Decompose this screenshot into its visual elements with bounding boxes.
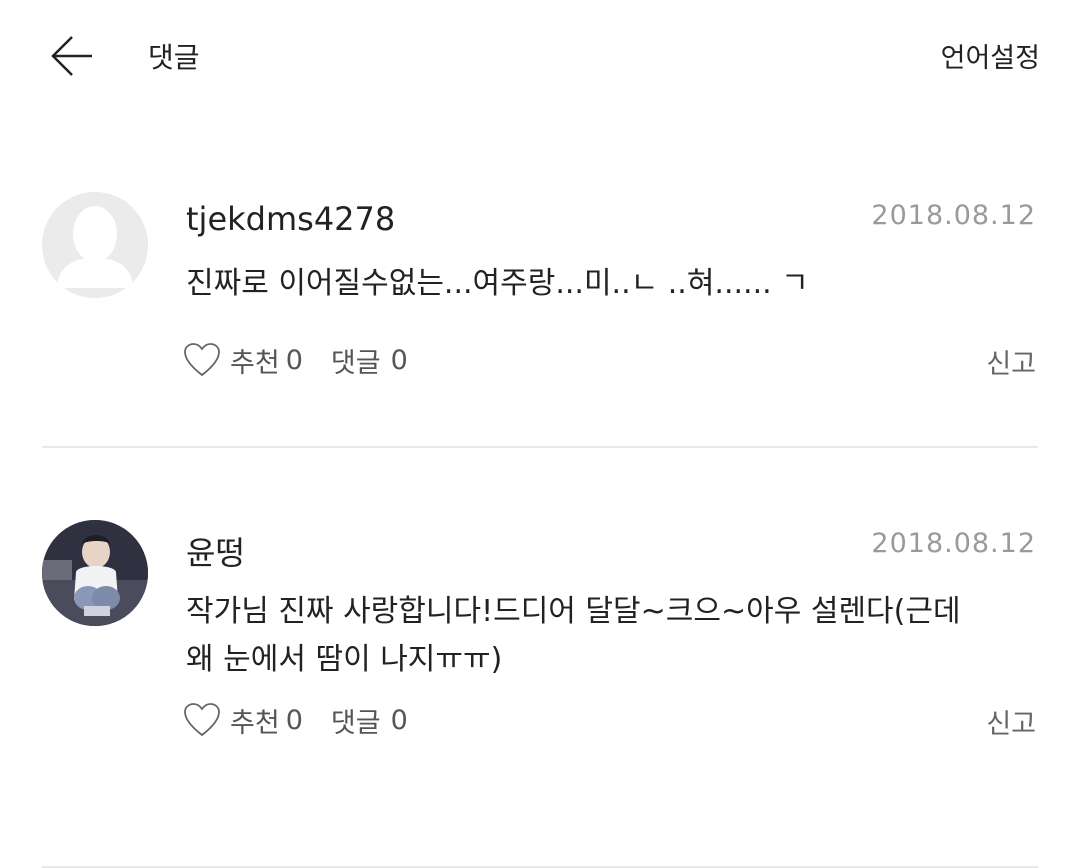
language-settings-button[interactable]: 언어설정 xyxy=(941,36,1040,75)
back-button[interactable] xyxy=(42,28,102,84)
comment-actions: 추천 0 댓글 0 xyxy=(182,700,408,740)
page-title: 댓글 xyxy=(148,41,200,74)
avatar[interactable] xyxy=(42,520,148,626)
app-header: 댓글 언어설정 xyxy=(0,0,1080,110)
like-count: 0 xyxy=(285,704,303,736)
report-button[interactable]: 신고 xyxy=(986,342,1036,381)
comment-text: 작가님 진짜 사랑합니다!드디어 달달~크으~아우 설렌다(근데 왜 눈에서 땀… xyxy=(186,594,961,677)
user-photo-icon xyxy=(42,520,148,626)
reply-count: 0 xyxy=(390,344,408,376)
report-button[interactable]: 신고 xyxy=(986,702,1036,741)
comment-list: tjekdms4278 2018.08.12 진짜로 이어질수없는...여주랑.… xyxy=(42,180,1038,868)
reply-count: 0 xyxy=(390,704,408,736)
reply-label: 댓글 xyxy=(330,707,381,739)
comment-actions: 추천 0 댓글 0 xyxy=(182,340,408,380)
default-user-icon xyxy=(42,192,148,298)
reply-button[interactable]: 댓글 0 xyxy=(331,701,408,740)
like-count: 0 xyxy=(285,344,303,376)
comment-username[interactable]: tjekdms4278 xyxy=(186,200,395,238)
reply-label: 댓글 xyxy=(330,347,381,379)
avatar[interactable] xyxy=(42,192,148,298)
like-label: 추천 xyxy=(230,347,280,379)
comment-date: 2018.08.12 xyxy=(871,200,1036,231)
like-button[interactable]: 추천 0 xyxy=(182,700,303,740)
like-label: 추천 xyxy=(230,707,280,739)
heart-icon xyxy=(182,700,222,740)
arrow-left-icon xyxy=(51,36,92,76)
comment-date: 2018.08.12 xyxy=(871,528,1036,559)
reply-button[interactable]: 댓글 0 xyxy=(331,341,408,380)
comment-item: tjekdms4278 2018.08.12 진짜로 이어질수없는...여주랑.… xyxy=(42,180,1038,448)
comment-username[interactable]: 윤떵 xyxy=(186,528,245,574)
like-button[interactable]: 추천 0 xyxy=(182,340,303,380)
comment-item: 윤떵 2018.08.12 작가님 진짜 사랑합니다!드디어 달달~크으~아우 … xyxy=(42,508,1038,868)
comment-text: 진짜로 이어질수없는...여주랑...미..ㄴ ..혀...... ㄱ xyxy=(186,266,809,301)
heart-icon xyxy=(182,340,222,380)
